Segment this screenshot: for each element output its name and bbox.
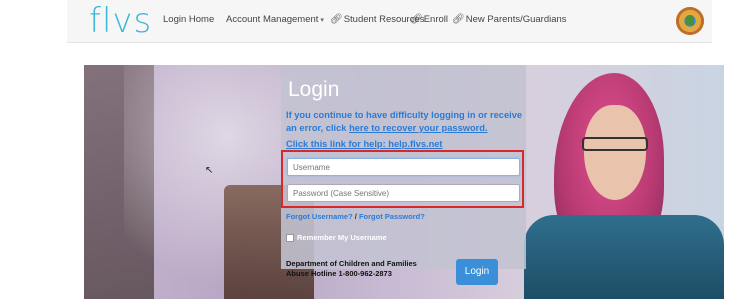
nav-login-home[interactable]: Login Home	[163, 14, 214, 25]
remember-label: Remember My Username	[297, 233, 387, 242]
link-icon: 🔗︎	[452, 14, 465, 25]
nav-enroll[interactable]: 🔗︎Enroll	[410, 14, 448, 25]
link-icon: 🔗︎	[330, 14, 343, 25]
forgot-links: Forgot Username? / Forgot Password?	[286, 212, 425, 221]
hotline-line-2: Abuse Hotline 1-800-962-2873	[286, 269, 392, 278]
nav-account-management-label: Account Management	[226, 14, 319, 25]
student-jacket	[524, 215, 724, 299]
link-icon: 🔗︎	[410, 14, 423, 25]
chevron-down-icon: ▾	[320, 17, 324, 24]
username-input[interactable]	[287, 158, 520, 176]
abuse-hotline-text: Department of Children and Families Abus…	[286, 259, 417, 279]
mouse-cursor-icon: ↖	[205, 165, 214, 176]
nav-login-home-label: Login Home	[163, 14, 215, 25]
top-navbar: flvs Login Home Account Management ▾ 🔗︎St…	[67, 0, 712, 43]
login-panel: Login If you continue to have difficulty…	[281, 65, 526, 285]
password-input[interactable]	[287, 184, 520, 202]
forgot-password-link[interactable]: Forgot Password?	[359, 212, 425, 221]
help-site-link[interactable]: Click this link for help: help.flvs.net	[286, 139, 443, 149]
login-button[interactable]: Login	[456, 259, 498, 285]
florida-seal-icon[interactable]	[676, 7, 704, 35]
recover-password-link[interactable]: here to recover your password.	[349, 123, 487, 133]
student-face	[584, 105, 646, 200]
login-title: Login	[288, 78, 340, 101]
help-text: If you continue to have difficulty loggi…	[286, 109, 524, 134]
flvs-logo[interactable]: flvs	[89, 1, 152, 41]
student-glasses	[582, 137, 648, 151]
remember-username[interactable]: Remember My Username	[286, 233, 387, 243]
forgot-username-link[interactable]: Forgot Username?	[286, 212, 353, 221]
nav-account-management[interactable]: Account Management ▾	[226, 14, 324, 25]
remember-checkbox[interactable]	[286, 234, 294, 243]
nav-enroll-label: Enroll	[423, 14, 448, 25]
nav-new-parents-guardians[interactable]: 🔗︎New Parents/Guardians	[452, 14, 567, 25]
nav-new-parents-label: New Parents/Guardians	[465, 14, 567, 25]
hotline-line-1: Department of Children and Families	[286, 259, 417, 268]
